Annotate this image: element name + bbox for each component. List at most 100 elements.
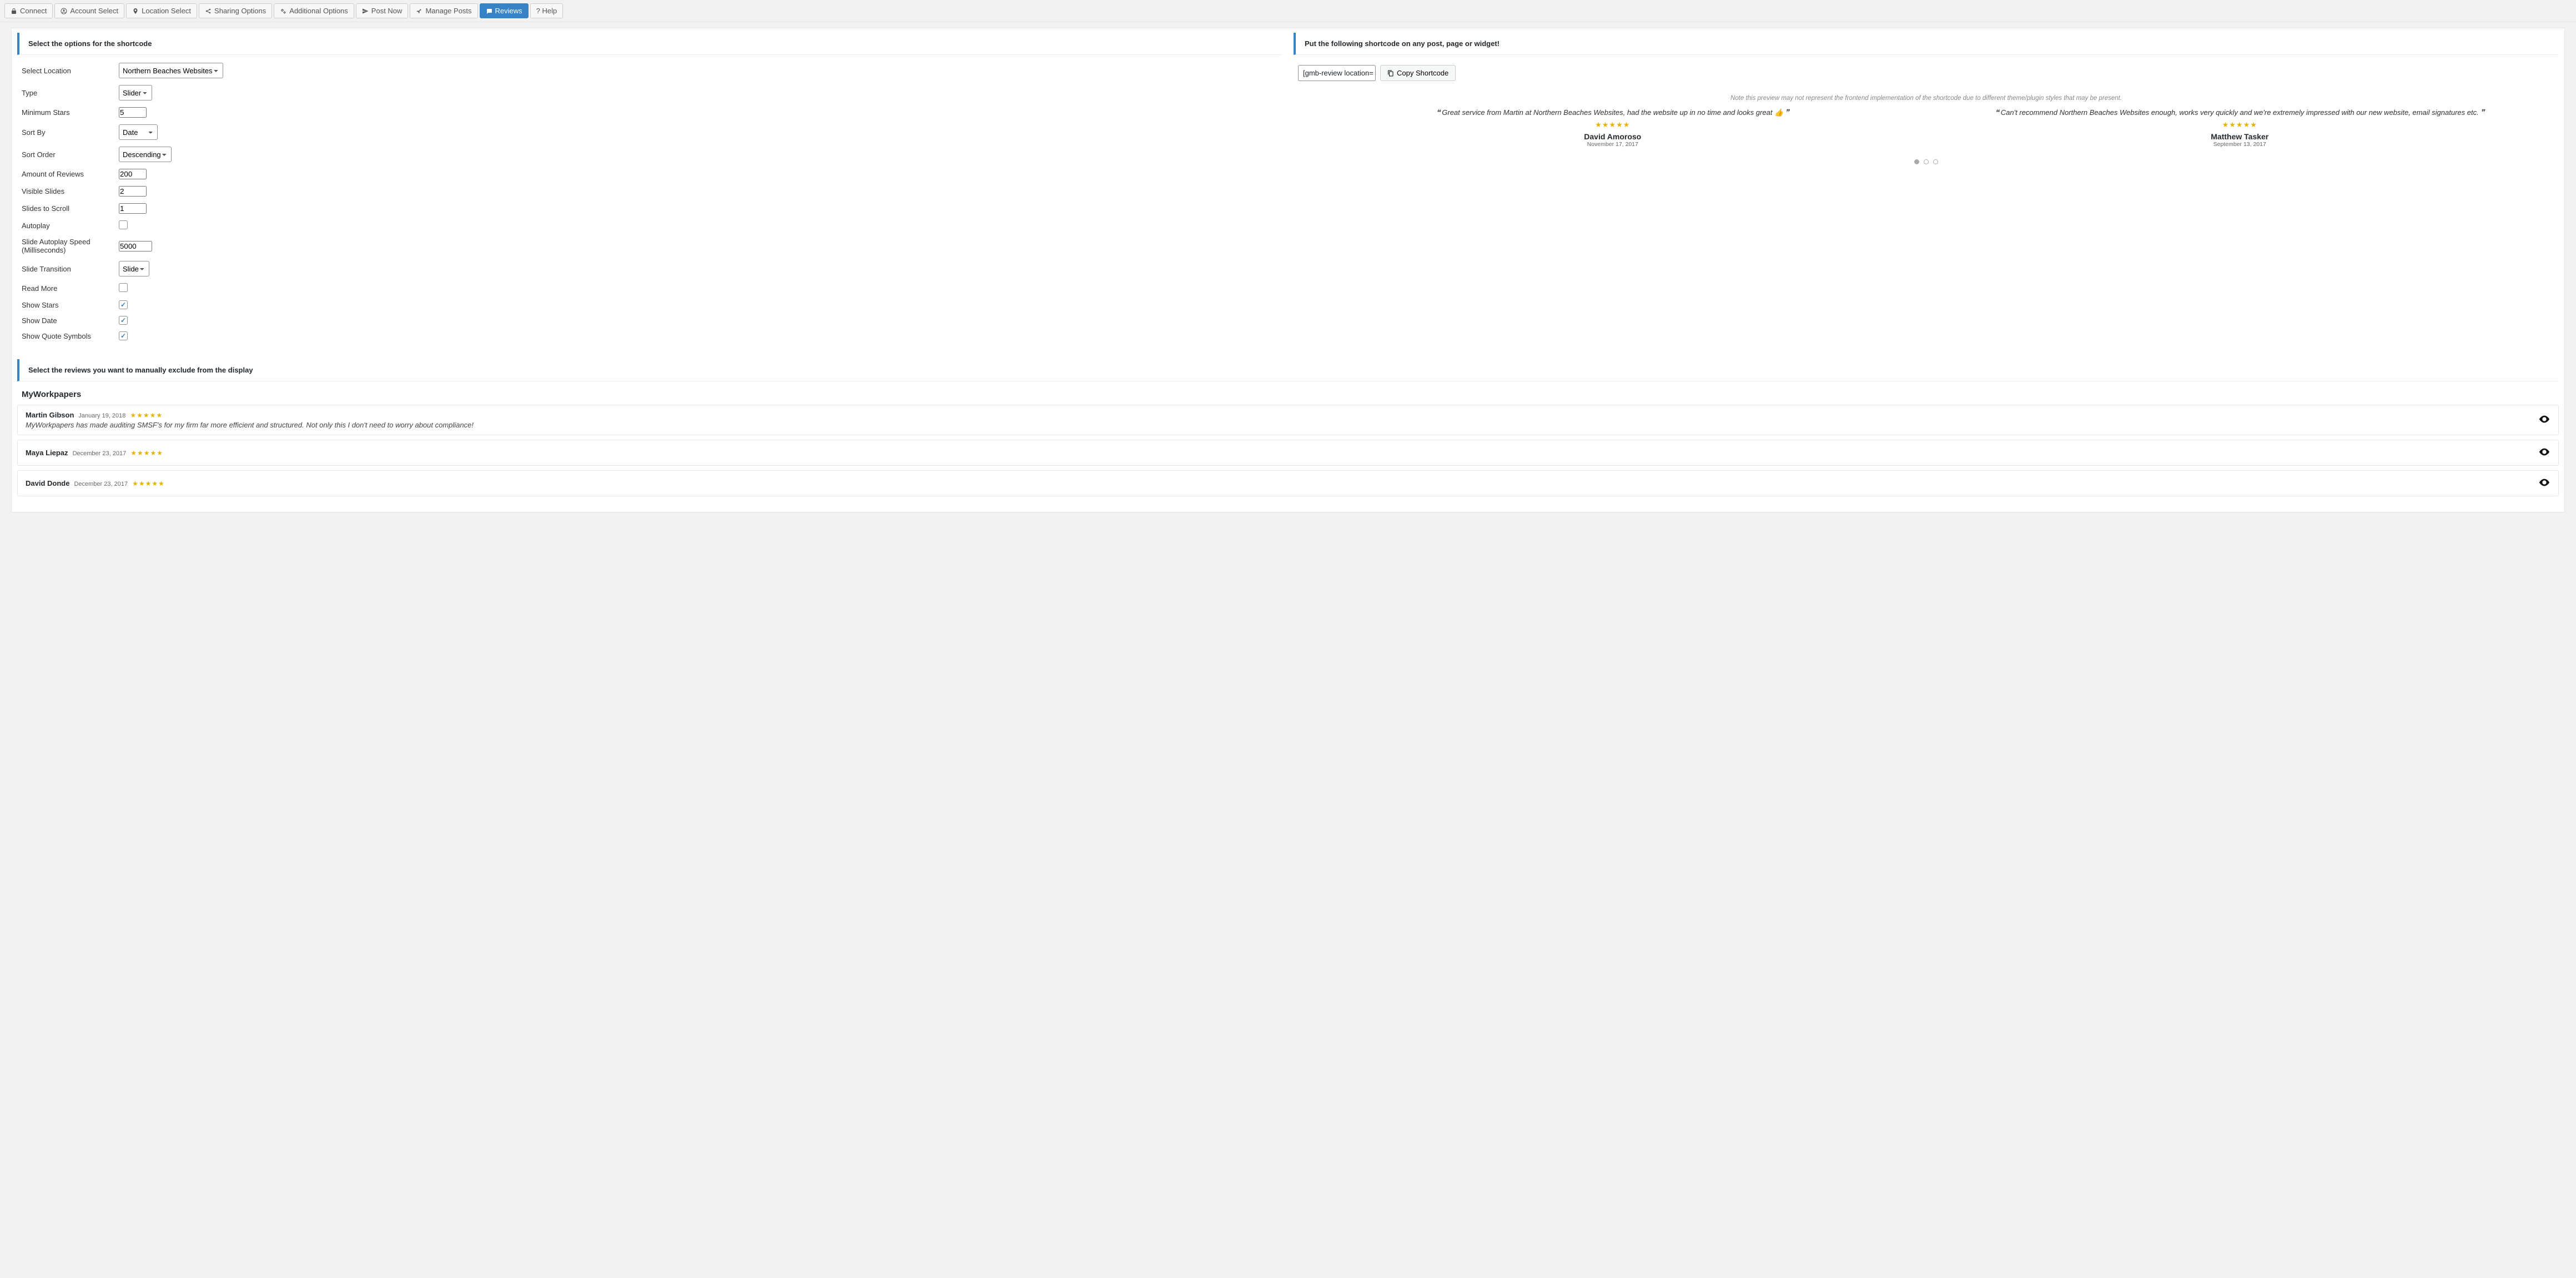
options-form: Select Location Northern Beaches Websites… [17, 59, 1282, 344]
label-minstars: Minimum Stars [17, 104, 114, 121]
slider-dot[interactable] [1924, 159, 1929, 164]
preview-note: Note this preview may not represent the … [1294, 95, 2559, 102]
label-readmore: Read More [17, 280, 114, 297]
checkbox-readmore[interactable] [119, 283, 128, 292]
label-scroll: Slides to Scroll [17, 200, 114, 217]
input-speed[interactable] [119, 241, 152, 251]
label-showdate: Show Date [17, 313, 114, 328]
review-head: Maya Liepaz December 23, 2017 ★★★★★ [26, 449, 2533, 457]
select-type[interactable]: Slider [119, 85, 152, 100]
label-sortorder: Sort Order [17, 143, 114, 165]
review-head: David Donde December 23, 2017 ★★★★★ [26, 479, 2533, 487]
review-stars: ★★★★★ [130, 449, 163, 457]
label-autoplay: Autoplay [17, 217, 114, 234]
review-body: Can't recommend Northern Beaches Website… [2001, 108, 2479, 117]
checkbox-showdate[interactable] [119, 316, 128, 325]
shortcode-title: Put the following shortcode on any post,… [1294, 33, 2559, 55]
pin-flat-icon [416, 8, 422, 14]
comment-icon [486, 8, 492, 14]
account-select-tab[interactable]: Account Select [54, 3, 124, 18]
review-head: Martin Gibson January 19, 2018 ★★★★★ [26, 411, 2533, 419]
post-now-label: Post Now [371, 7, 402, 15]
copy-icon [1387, 70, 1394, 77]
additional-tab[interactable]: Additional Options [274, 3, 354, 18]
label-sortby: Sort By [17, 121, 114, 143]
post-now-tab[interactable]: Post Now [356, 3, 409, 18]
slider-dot[interactable] [1933, 159, 1938, 164]
review-stars: ★★★★★ [130, 411, 163, 419]
shortcode-column: Put the following shortcode on any post,… [1288, 28, 2564, 355]
review-date: December 23, 2017 [74, 481, 128, 487]
location-select-tab[interactable]: Location Select [126, 3, 197, 18]
select-sortorder[interactable]: Descending [119, 147, 172, 162]
label-type: Type [17, 82, 114, 104]
review-stars: ★★★★★ [132, 480, 165, 487]
send-icon [362, 8, 369, 14]
review-author: David Donde [26, 479, 69, 487]
select-location[interactable]: Northern Beaches Websites [119, 63, 223, 78]
pin-icon [132, 8, 139, 14]
label-amount: Amount of Reviews [17, 165, 114, 183]
connect-label: Connect [20, 7, 47, 15]
slider-dots [1294, 158, 2559, 166]
shortcode-output[interactable]: [gmb-review location= [1298, 65, 1376, 81]
review-date: September 13, 2017 [1932, 141, 2548, 148]
review-text: ❝Great service from Martin at Northern B… [1305, 107, 1921, 118]
review-date: December 23, 2017 [73, 450, 127, 457]
review-stars: ★★★★★ [1305, 120, 1921, 129]
manage-posts-tab[interactable]: Manage Posts [410, 3, 477, 18]
exclude-section: Select the reviews you want to manually … [12, 355, 2564, 512]
visibility-toggle[interactable] [2538, 476, 2550, 490]
review-date: November 17, 2017 [1305, 141, 1921, 148]
location-label: Location Select [142, 7, 191, 15]
review-body: MyWorkpapers has made auditing SMSF's fo… [26, 421, 2533, 429]
label-transition: Slide Transition [17, 258, 114, 280]
connect-tab[interactable]: Connect [4, 3, 53, 18]
reviews-tab[interactable]: Reviews [480, 3, 529, 18]
quote-right-icon: ❞ [2481, 108, 2485, 117]
reviewer-name: Matthew Tasker [1932, 132, 2548, 141]
review-body: Great service from Martin at Northern Be… [1442, 108, 1783, 117]
share-icon [205, 8, 212, 14]
user-icon [61, 8, 67, 14]
copy-shortcode-button[interactable]: Copy Shortcode [1380, 65, 1456, 81]
review-stars: ★★★★★ [1932, 120, 2548, 129]
review-item: Maya Liepaz December 23, 2017 ★★★★★ [17, 440, 2559, 466]
label-location: Select Location [17, 59, 114, 82]
exclude-title: Select the reviews you want to manually … [17, 359, 2559, 381]
checkbox-showquote[interactable] [119, 331, 128, 340]
select-transition[interactable]: Slide [119, 261, 149, 276]
checkbox-showstars[interactable] [119, 300, 128, 309]
gears-icon [280, 8, 286, 14]
eye-icon [2538, 446, 2550, 458]
sharing-tab[interactable]: Sharing Options [199, 3, 272, 18]
eye-icon [2538, 476, 2550, 489]
input-scroll[interactable] [119, 203, 147, 214]
help-tab[interactable]: ? Help [530, 3, 564, 18]
label-speed: Slide Autoplay Speed (Milliseconds) [17, 234, 114, 258]
visibility-toggle[interactable] [2538, 446, 2550, 460]
review-date: January 19, 2018 [78, 412, 125, 419]
input-amount[interactable] [119, 169, 147, 179]
slider-dot[interactable] [1914, 159, 1919, 164]
input-visible[interactable] [119, 186, 147, 197]
manage-label: Manage Posts [425, 7, 471, 15]
label-visible: Visible Slides [17, 183, 114, 200]
checkbox-autoplay[interactable] [119, 220, 128, 229]
select-sortby[interactable]: Date [119, 124, 158, 140]
options-column: Select the options for the shortcode Sel… [12, 28, 1288, 355]
help-label: ? Help [536, 7, 557, 15]
options-title: Select the options for the shortcode [17, 33, 1282, 55]
review-content: David Donde December 23, 2017 ★★★★★ [26, 479, 2533, 487]
copy-label: Copy Shortcode [1397, 69, 1448, 77]
input-minstars[interactable] [119, 107, 147, 118]
quote-left-icon: ❝ [1995, 108, 1999, 117]
review-slide: ❝Great service from Martin at Northern B… [1305, 107, 1921, 148]
review-content: Martin Gibson January 19, 2018 ★★★★★ MyW… [26, 411, 2533, 429]
visibility-toggle[interactable] [2538, 413, 2550, 427]
review-slide: ❝Can't recommend Northern Beaches Websit… [1932, 107, 2548, 148]
review-text: ❝Can't recommend Northern Beaches Websit… [1932, 107, 2548, 118]
reviewer-name: David Amoroso [1305, 132, 1921, 141]
review-content: Maya Liepaz December 23, 2017 ★★★★★ [26, 449, 2533, 457]
exclude-location-name: MyWorkpapers [22, 390, 2554, 399]
